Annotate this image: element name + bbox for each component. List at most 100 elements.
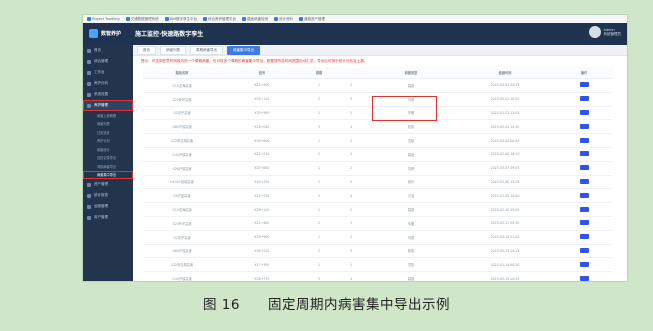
table-cell: 2023-03-04 14:30: [455, 119, 555, 135]
table-cell: 松散: [367, 244, 455, 259]
table-cell: 1: [303, 202, 335, 217]
table-cell: 3: [303, 119, 335, 135]
table-cell: G15沈海高速: [143, 78, 221, 93]
bookmark-item[interactable]: 道路资产管理: [299, 17, 325, 22]
table-cell: G60沪昆高速: [143, 119, 221, 135]
action-cell: [555, 119, 613, 135]
table-cell: K33+560: [221, 106, 303, 121]
export-button[interactable]: [579, 261, 589, 267]
table-cell: 3: [335, 216, 367, 231]
export-button[interactable]: [579, 247, 589, 253]
table-cell: 2023-03-01 09:12: [455, 78, 555, 93]
sidebar-item[interactable]: 养护管理: [83, 100, 133, 111]
table-cell: S32申嘉湖高速: [143, 257, 221, 273]
bookmark-item[interactable]: 路面病害检测: [242, 17, 268, 22]
table-cell: 2: [303, 216, 335, 231]
sidebar-item[interactable]: 养护分析: [83, 78, 133, 89]
sidebar-subitem[interactable]: 日常巡查: [83, 128, 133, 137]
sidebar-item-label: 养护管理: [94, 103, 108, 107]
bookmark-icon: [203, 17, 208, 21]
export-button[interactable]: [579, 178, 589, 184]
sidebar-item[interactable]: 用户管理: [83, 212, 133, 223]
logo-text: 数智养护: [101, 31, 122, 37]
sidebar-item-label: 统计报表: [94, 193, 108, 197]
user-role: 系统管理员: [603, 32, 622, 36]
sidebar-item[interactable]: 统计报表: [83, 190, 133, 201]
table-cell: 1: [303, 78, 335, 93]
action-cell: [555, 188, 613, 204]
bookmark-label: 综合养护管理平台: [208, 16, 237, 21]
sidebar-subitem[interactable]: 病害集中导出: [83, 170, 133, 180]
action-cell: [555, 161, 613, 176]
bookmark-label: 道路资产管理: [304, 16, 326, 21]
export-button[interactable]: [579, 123, 589, 129]
table-cell: 修补: [367, 175, 455, 190]
table-row: G40沪陕高速 K36+770 3 4 裂缝 2023-03-15 16:45: [143, 271, 613, 281]
export-button[interactable]: [579, 234, 589, 240]
sidebar-item[interactable]: 工作台: [83, 67, 133, 78]
sidebar-item[interactable]: 运维管理: [83, 201, 133, 212]
sidebar-item[interactable]: 综合管理: [83, 56, 133, 67]
table-cell: 1: [303, 161, 335, 176]
table-cell: 2023-03-08 13:25: [455, 175, 555, 190]
export-button[interactable]: [579, 82, 589, 88]
export-button[interactable]: [579, 151, 589, 157]
sidebar-item[interactable]: 资产管理: [83, 179, 133, 190]
export-button[interactable]: [579, 275, 589, 281]
bookmark-label: BIM数字孪生平台: [169, 16, 198, 21]
export-button[interactable]: [579, 137, 589, 143]
sidebar-subitem[interactable]: 周期病害导出: [83, 162, 133, 171]
user-menu[interactable]: Admin 系统管理员: [588, 26, 622, 38]
table-cell: 2023-03-02 10:20: [455, 92, 555, 107]
sidebar-subitem[interactable]: 养护计划: [83, 137, 133, 146]
tool-icon: [87, 204, 91, 209]
table-cell: 2023-03-11 09:30: [455, 216, 555, 231]
tab[interactable]: 首页: [137, 45, 156, 55]
export-button[interactable]: [579, 220, 589, 226]
bookmark-icon: [164, 17, 169, 21]
table-cell: K07+650: [221, 161, 303, 176]
sidebar-subitem[interactable]: 巡检记录导出: [83, 154, 133, 163]
software-screenshot: Project ToolKing 交通数据管理系统 BIM数字孪生平台 综合养护管理平…: [83, 15, 627, 281]
table-cell: 1: [303, 257, 335, 273]
bookmark-item[interactable]: Project ToolKing: [87, 17, 120, 21]
export-button[interactable]: [579, 96, 589, 102]
bookmark-icon: [87, 17, 91, 21]
bookmark-label: 路面病害检测: [247, 16, 269, 21]
bookmark-item[interactable]: 交通数据管理系统: [125, 17, 159, 22]
avatar: [588, 26, 601, 38]
export-button[interactable]: [579, 192, 589, 198]
table-cell: S20外环高速: [143, 92, 221, 107]
tab[interactable]: 病害列表: [160, 45, 186, 55]
bookmark-item[interactable]: 设计资料: [274, 17, 293, 22]
bookmark-item[interactable]: 综合养护管理平台: [203, 17, 236, 22]
table-cell: K26+100: [221, 202, 303, 217]
sidebar-subitem[interactable]: 病害列表: [83, 120, 133, 129]
table-cell: K11+480: [221, 216, 303, 231]
tab[interactable]: 病害集中导出: [227, 45, 260, 55]
grid-icon: [87, 59, 91, 64]
action-cell: [555, 257, 613, 273]
table-row: G60沪昆高速 K18+040 3 4 松散 2023-03-04 14:30: [143, 119, 613, 135]
column-header: 周期: [303, 67, 335, 79]
export-button[interactable]: [579, 206, 589, 212]
table-row: S32申嘉湖高速 K09+800 1 2 沉陷 2023-03-05 08:45: [143, 133, 613, 148]
table-cell: 2: [335, 78, 367, 93]
export-button[interactable]: [579, 109, 589, 115]
box-icon: [87, 182, 91, 187]
bookmark-icon: [299, 17, 304, 21]
sidebar-subitem[interactable]: 病害统计: [83, 145, 133, 154]
export-button[interactable]: [579, 165, 589, 171]
table-cell: 1: [303, 230, 335, 245]
action-cell: [555, 175, 613, 190]
sidebar-subitem[interactable]: 病害上报管理: [83, 111, 133, 120]
table-cell: 2: [303, 175, 335, 190]
bookmark-item[interactable]: BIM数字孪生平台: [164, 16, 198, 22]
sidebar-item[interactable]: 首页: [83, 45, 133, 56]
tab[interactable]: 周期病害导出: [190, 45, 223, 55]
sidebar-item[interactable]: 系统设置: [83, 89, 133, 100]
table-cell: G1501绕城高速: [143, 175, 221, 190]
table-cell: K15+720: [221, 188, 303, 204]
app-logo[interactable]: 数智养护: [89, 29, 121, 38]
table-cell: 车辙: [367, 216, 455, 231]
